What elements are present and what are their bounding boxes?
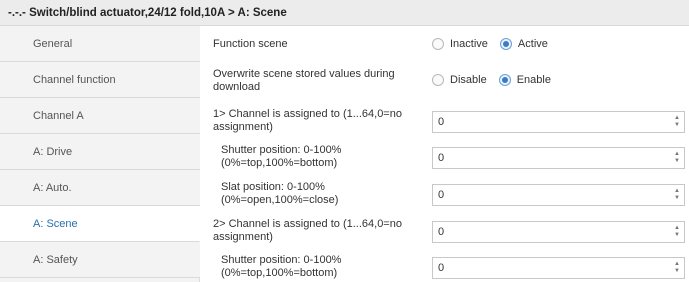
overwrite-disable-radio[interactable]: Disable [432, 74, 487, 86]
chevron-down-icon[interactable]: ▼ [673, 232, 681, 239]
chevron-up-icon[interactable]: ▲ [673, 225, 681, 232]
stepper-value: 0 [438, 189, 445, 201]
overwrite-enable-radio[interactable]: Enable [498, 74, 551, 86]
radio-checked-icon [498, 74, 511, 86]
ch1-assigned-label: 1> Channel is assigned to (1...64,0=no a… [213, 108, 402, 133]
parameter-panel: Function scene Inactive Active Overwrite… [201, 26, 689, 282]
ch2-assigned-label: 2> Channel is assigned to (1...64,0=no a… [213, 218, 402, 243]
chevron-up-icon[interactable]: ▲ [673, 115, 681, 122]
spin-buttons: ▲ ▼ [673, 225, 681, 239]
stepper-value: 0 [438, 152, 445, 164]
spin-buttons: ▲ ▼ [673, 188, 681, 202]
ch1-slat-stepper[interactable]: 0 ▲ ▼ [432, 184, 685, 206]
radio-label: Enable [516, 74, 551, 86]
function-scene-label: Function scene [213, 38, 288, 50]
radio-checked-icon [499, 38, 512, 50]
chevron-down-icon[interactable]: ▼ [673, 158, 681, 165]
sidebar-item-a-safety[interactable]: A: Safety [0, 242, 200, 278]
overwrite-scene-label: Overwrite scene stored values during dow… [213, 68, 395, 93]
overwrite-scene-radio-group: Disable Enable [432, 74, 563, 86]
stepper-value: 0 [438, 262, 445, 274]
chevron-up-icon[interactable]: ▲ [673, 261, 681, 268]
sidebar-item-a-drive[interactable]: A: Drive [0, 134, 200, 170]
spin-buttons: ▲ ▼ [673, 115, 681, 129]
radio-label: Inactive [450, 38, 488, 50]
chevron-down-icon[interactable]: ▼ [673, 195, 681, 202]
stepper-value: 0 [438, 226, 445, 238]
sidebar-item-a-scene[interactable]: A: Scene [0, 206, 200, 242]
chevron-up-icon[interactable]: ▲ [673, 151, 681, 158]
radio-unchecked-icon [432, 38, 444, 50]
ch2-shutter-stepper[interactable]: 0 ▲ ▼ [432, 257, 685, 279]
function-scene-active-radio[interactable]: Active [499, 38, 548, 50]
spin-buttons: ▲ ▼ [673, 151, 681, 165]
spin-buttons: ▲ ▼ [673, 261, 681, 275]
function-scene-inactive-radio[interactable]: Inactive [432, 38, 488, 50]
radio-unchecked-icon [432, 74, 444, 86]
ch1-assigned-stepper[interactable]: 0 ▲ ▼ [432, 111, 685, 133]
sidebar-item-channel-a[interactable]: Channel A [0, 98, 200, 134]
ch2-assigned-stepper[interactable]: 0 ▲ ▼ [432, 221, 685, 243]
ch1-slat-label: Slat position: 0-100% (0%=open,100%=clos… [221, 181, 339, 206]
ch1-shutter-stepper[interactable]: 0 ▲ ▼ [432, 147, 685, 169]
stepper-value: 0 [438, 116, 445, 128]
radio-label: Active [517, 38, 548, 50]
radio-label: Disable [450, 74, 487, 86]
chevron-up-icon[interactable]: ▲ [673, 188, 681, 195]
window-title: -.-.- Switch/blind actuator,24/12 fold,1… [0, 0, 689, 26]
ch2-shutter-label: Shutter position: 0-100% (0%=top,100%=bo… [221, 254, 342, 279]
sidebar: General Channel function Channel A A: Dr… [0, 26, 200, 282]
ch1-shutter-label: Shutter position: 0-100% (0%=top,100%=bo… [221, 144, 342, 169]
chevron-down-icon[interactable]: ▼ [673, 122, 681, 129]
sidebar-item-a-auto[interactable]: A: Auto. [0, 170, 200, 206]
function-scene-radio-group: Inactive Active [432, 38, 560, 50]
sidebar-item-channel-function[interactable]: Channel function [0, 62, 200, 98]
chevron-down-icon[interactable]: ▼ [673, 268, 681, 275]
sidebar-item-general[interactable]: General [0, 26, 200, 62]
